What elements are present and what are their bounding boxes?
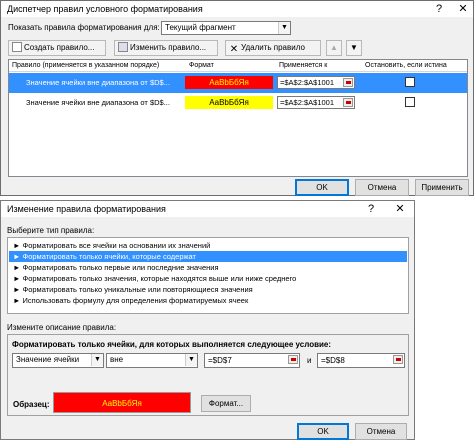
rule-text: Значение ячейки вне диапазона от $D$... — [26, 98, 170, 107]
rule-type-item[interactable]: ► Использовать формулу для определения ф… — [9, 295, 407, 306]
help-icon[interactable]: ? — [364, 202, 378, 216]
rule-text: Значение ячейки вне диапазона от $D$... — [26, 78, 170, 87]
close-icon[interactable]: ✕ — [393, 202, 407, 216]
show-rules-select[interactable]: Текущий фрагмент ▼ — [161, 21, 291, 35]
stop-if-true-checkbox[interactable] — [405, 97, 415, 107]
rule-type-item[interactable]: ► Форматировать только уникальные или по… — [9, 284, 407, 295]
select-type-label: Выберите тип правила: — [7, 226, 95, 235]
rule-type-list: ► Форматировать все ячейки на основании … — [7, 237, 409, 314]
dialog-title: Диспетчер правил условного форматировани… — [7, 4, 203, 14]
help-icon[interactable]: ? — [432, 2, 446, 16]
applies-to-field[interactable]: =$A$2:$A$1001 — [277, 76, 355, 89]
condition-field-select[interactable]: Значение ячейки ▼ — [12, 353, 104, 368]
ok-button[interactable]: OK — [295, 179, 349, 196]
rule-type-item-selected[interactable]: ► Форматировать только ячейки, которые с… — [9, 251, 407, 262]
range-select-icon[interactable] — [343, 98, 353, 107]
condition-operator-select[interactable]: вне ▼ — [106, 353, 198, 368]
condition-field-value: Значение ячейки — [16, 355, 80, 364]
desc-label: Измените описание правила: — [7, 323, 117, 332]
delete-rule-label: Удалить правило — [241, 43, 305, 52]
value1-text: =$D$7 — [208, 356, 232, 365]
chevron-down-icon: ▼ — [185, 354, 197, 366]
show-rules-label: Показать правила форматирования для: — [8, 23, 160, 32]
applies-to-value: =$A$2:$A$1001 — [280, 98, 335, 107]
rule-row-1[interactable]: Значение ячейки вне диапазона от $D$... … — [9, 73, 467, 93]
rule-type-item[interactable]: ► Форматировать только значения, которые… — [9, 273, 407, 284]
range-select-icon[interactable] — [343, 78, 353, 87]
chevron-down-icon: ▼ — [91, 354, 103, 366]
edit-rule-dialog: Изменение правила форматирования ? ✕ Выб… — [0, 200, 415, 440]
delete-x-icon: ✕ — [229, 44, 239, 55]
rules-grid: Правило (применяется в указанном порядке… — [8, 59, 468, 177]
rule-type-item[interactable]: ► Форматировать все ячейки на основании … — [9, 240, 407, 251]
desc-heading: Форматировать только ячейки, для которых… — [12, 340, 332, 349]
move-down-button[interactable]: ▼ — [346, 40, 362, 56]
chevron-down-icon: ▼ — [278, 22, 290, 34]
cancel-button[interactable]: Отмена — [355, 423, 407, 440]
title-bar: Изменение правила форматирования ? ✕ — [1, 201, 414, 217]
edit-rule-button[interactable]: Изменить правило... — [114, 40, 218, 56]
value1-input[interactable]: =$D$7 — [204, 353, 300, 368]
condition-operator-value: вне — [110, 355, 124, 364]
cancel-button[interactable]: Отмена — [355, 179, 409, 196]
rule-row-2[interactable]: Значение ячейки вне диапазона от $D$... … — [9, 93, 467, 113]
applies-to-value: =$A$2:$A$1001 — [280, 78, 335, 87]
col-rule: Правило (применяется в указанном порядке… — [12, 62, 160, 69]
grid-header: Правило (применяется в указанном порядке… — [9, 60, 467, 72]
applies-to-field[interactable]: =$A$2:$A$1001 — [277, 96, 355, 109]
dialog-title: Изменение правила форматирования — [7, 204, 166, 214]
title-bar: Диспетчер правил условного форматировани… — [1, 1, 473, 17]
rules-manager-dialog: Диспетчер правил условного форматировани… — [0, 0, 474, 196]
preview-label: Образец: — [13, 400, 50, 409]
arrow-down-icon: ▼ — [350, 43, 358, 52]
value2-text: =$D$8 — [321, 356, 345, 365]
show-rules-value: Текущий фрагмент — [165, 23, 236, 32]
move-up-button[interactable]: ▲ — [326, 40, 342, 56]
edit-rule-icon — [118, 42, 128, 52]
range-select-icon[interactable] — [288, 355, 298, 364]
value2-input[interactable]: =$D$8 — [317, 353, 405, 368]
col-applies: Применяется к — [279, 62, 328, 69]
format-swatch: АаВbБбЯя — [185, 76, 273, 89]
preview-swatch: АаВbБбЯя — [53, 392, 191, 413]
ok-button[interactable]: OK — [297, 423, 349, 440]
new-rule-icon — [12, 42, 22, 52]
format-swatch: АаВbБбЯя — [185, 96, 273, 109]
arrow-up-icon: ▲ — [330, 43, 338, 52]
edit-rule-label: Изменить правило... — [130, 43, 207, 52]
rule-type-item[interactable]: ► Форматировать только первые или послед… — [9, 262, 407, 273]
and-label: и — [307, 356, 312, 365]
range-select-icon[interactable] — [393, 355, 403, 364]
close-icon[interactable]: ✕ — [456, 2, 470, 16]
apply-button[interactable]: Применить — [415, 179, 469, 196]
new-rule-label: Создать правило... — [24, 43, 95, 52]
new-rule-button[interactable]: Создать правило... — [8, 40, 106, 56]
stop-if-true-checkbox[interactable] — [405, 77, 415, 87]
format-button[interactable]: Формат... — [201, 395, 251, 412]
delete-rule-button[interactable]: ✕ Удалить правило — [225, 40, 321, 56]
col-format: Формат — [189, 62, 214, 69]
rule-description-box: Форматировать только ячейки, для которых… — [7, 334, 409, 416]
col-stop: Остановить, если истина — [365, 62, 447, 69]
